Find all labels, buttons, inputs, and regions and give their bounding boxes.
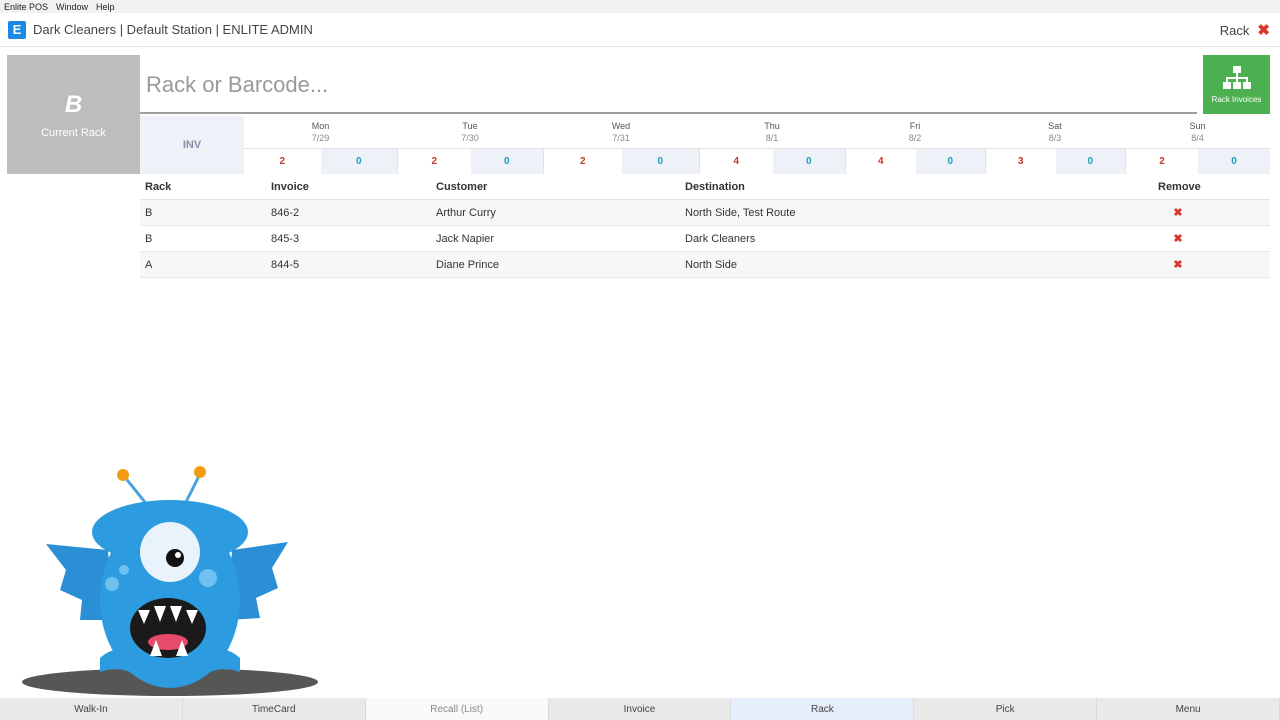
window-title: Dark Cleaners | Default Station | ENLITE… <box>33 22 313 37</box>
day-date: 8/3 <box>1048 133 1062 143</box>
col-header-destination[interactable]: Destination <box>685 181 745 193</box>
title-bar: E Dark Cleaners | Default Station | ENLI… <box>0 13 1280 47</box>
tab-walk-in[interactable]: Walk-In <box>0 698 183 720</box>
day-wed: Wed 7/31 20 <box>543 116 699 174</box>
day-count-red[interactable]: 4 <box>700 149 773 174</box>
day-count-red[interactable]: 2 <box>244 149 321 174</box>
sitemap-icon <box>1222 66 1251 89</box>
day-tue: Tue 7/30 20 <box>397 116 543 174</box>
rack-invoice-grid: Rack Invoice Customer Destination Remove… <box>140 175 1270 278</box>
cell-invoice: 846-2 <box>271 206 300 219</box>
close-icon[interactable]: ✖ <box>1257 21 1270 39</box>
table-row[interactable]: A 844-5 Diane Prince North Side ✖ <box>140 252 1270 278</box>
day-name: Tue <box>462 121 478 131</box>
cell-destination: North Side <box>685 258 737 271</box>
cell-customer: Arthur Curry <box>436 206 496 219</box>
tab-rack[interactable]: Rack <box>731 698 915 720</box>
day-count-teal[interactable]: 0 <box>470 149 543 174</box>
app-menubar: Enlite POS Window Help <box>0 0 1280 13</box>
day-count-red[interactable]: 2 <box>398 149 471 174</box>
current-screen-label: Rack <box>1219 22 1250 38</box>
grid-body: B 846-2 Arthur Curry North Side, Test Ro… <box>140 200 1270 278</box>
rack-invoices-label: Rack Invoices <box>1211 95 1262 104</box>
tab-pick[interactable]: Pick <box>914 698 1098 720</box>
remove-icon[interactable]: ✖ <box>1158 232 1198 245</box>
cell-rack: B <box>145 206 153 219</box>
cell-destination: North Side, Test Route <box>685 206 796 219</box>
day-count-red[interactable]: 3 <box>986 149 1056 174</box>
day-count-red[interactable]: 2 <box>544 149 622 174</box>
tab-recall-list[interactable]: Recall (List) <box>365 698 549 720</box>
cell-invoice: 845-3 <box>271 232 300 245</box>
day-count-red[interactable]: 4 <box>846 149 916 174</box>
day-mon: Mon 7/29 20 <box>244 116 397 174</box>
cell-customer: Diane Prince <box>436 258 499 271</box>
day-count-teal[interactable]: 0 <box>1055 149 1125 174</box>
table-row[interactable]: B 845-3 Jack Napier Dark Cleaners ✖ <box>140 226 1270 252</box>
day-name: Sat <box>1048 121 1062 131</box>
week-summary: INV Mon 7/29 20 Tue 7/30 20 Wed 7/31 20 Thu… <box>140 116 1270 174</box>
menu-enlite-pos[interactable]: Enlite POS <box>4 2 48 12</box>
grid-header: Rack Invoice Customer Destination Remove <box>140 175 1270 200</box>
day-name: Wed <box>611 121 631 131</box>
cell-invoice: 844-5 <box>271 258 300 271</box>
day-count-red[interactable]: 2 <box>1126 149 1198 174</box>
tab-menu[interactable]: Menu <box>1097 698 1280 720</box>
tab-invoice[interactable]: Invoice <box>548 698 732 720</box>
tab-timecard[interactable]: TimeCard <box>182 698 366 720</box>
remove-icon[interactable]: ✖ <box>1158 206 1198 219</box>
day-date: 8/2 <box>908 133 922 143</box>
cell-customer: Jack Napier <box>436 232 495 245</box>
day-sat: Sat 8/3 30 <box>985 116 1125 174</box>
remove-icon[interactable]: ✖ <box>1158 258 1198 271</box>
title-right-area: Rack ✖ <box>1220 13 1270 47</box>
cell-destination: Dark Cleaners <box>685 232 756 245</box>
col-header-remove: Remove <box>1158 181 1201 193</box>
day-name: Fri <box>909 121 921 131</box>
current-rack-label: Current Rack <box>41 126 106 139</box>
day-thu: Thu 8/1 40 <box>699 116 845 174</box>
current-rack-panel: B Current Rack <box>7 55 140 174</box>
cell-rack: A <box>145 258 153 271</box>
day-date: 7/29 <box>311 133 330 143</box>
current-rack-letter: B <box>64 90 83 118</box>
menu-window[interactable]: Window <box>56 2 88 12</box>
day-name: Thu <box>764 121 780 131</box>
rack-barcode-input[interactable] <box>140 58 1197 114</box>
bottom-nav: Walk-In TimeCard Recall (List) Invoice R… <box>0 698 1280 720</box>
day-date: 7/30 <box>461 133 479 143</box>
menu-help[interactable]: Help <box>96 2 115 12</box>
day-date: 8/4 <box>1191 133 1204 143</box>
day-count-teal[interactable]: 0 <box>320 149 397 174</box>
day-fri: Fri 8/2 40 <box>845 116 985 174</box>
day-count-teal[interactable]: 0 <box>621 149 699 174</box>
day-count-teal[interactable]: 0 <box>772 149 845 174</box>
day-date: 8/1 <box>765 133 779 143</box>
col-header-rack[interactable]: Rack <box>145 181 171 193</box>
col-header-customer[interactable]: Customer <box>436 181 487 193</box>
app-logo-icon: E <box>8 20 26 39</box>
day-count-teal[interactable]: 0 <box>915 149 985 174</box>
col-header-invoice[interactable]: Invoice <box>271 181 309 193</box>
mascot-monster-illustration <box>22 466 318 696</box>
day-name: Sun <box>1189 121 1206 131</box>
day-date: 7/31 <box>612 133 630 143</box>
day-count-teal[interactable]: 0 <box>1198 149 1270 174</box>
inv-label: INV <box>140 116 244 174</box>
day-name: Mon <box>311 121 330 131</box>
day-sun: Sun 8/4 20 <box>1125 116 1270 174</box>
cell-rack: B <box>145 232 153 245</box>
rack-invoices-button[interactable]: Rack Invoices <box>1203 55 1270 114</box>
table-row[interactable]: B 846-2 Arthur Curry North Side, Test Ro… <box>140 200 1270 226</box>
